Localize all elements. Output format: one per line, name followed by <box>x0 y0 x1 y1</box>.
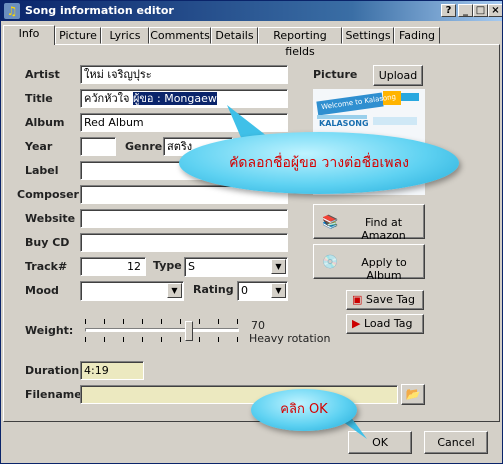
apply-album-icon: 💿 <box>322 255 339 270</box>
title-selected-text: ผู้ขอ : Mongaew <box>132 92 217 105</box>
tab-picture[interactable]: Picture <box>55 27 101 44</box>
slider-tick <box>123 337 124 342</box>
find-at-amazon-button[interactable]: 📚 Find at Amazon <box>313 204 425 242</box>
chevron-down-icon[interactable]: ▼ <box>271 283 286 298</box>
load-tag-icon: ▶ <box>352 317 361 330</box>
duration-label: Duration <box>25 364 80 377</box>
chevron-down-icon[interactable]: ▼ <box>271 259 286 274</box>
title-label: Title <box>25 92 53 105</box>
window-title: Song information editor <box>25 4 174 17</box>
duration-field: 4:19 <box>80 361 144 380</box>
buy-cd-label: Buy CD <box>25 236 70 249</box>
rating-select[interactable]: 0 ▼ <box>237 281 288 301</box>
title-bar[interactable]: ♫ Song information editor ? _ □ × <box>1 1 502 21</box>
upload-button[interactable]: Upload <box>373 65 423 86</box>
help-button[interactable]: ? <box>441 4 456 17</box>
chevron-down-icon[interactable]: ▼ <box>167 283 182 298</box>
music-note-icon: ♫ <box>4 3 20 19</box>
tab-comments[interactable]: Comments <box>149 27 211 44</box>
rating-label: Rating <box>193 283 234 296</box>
save-tag-icon: ▣ <box>352 293 363 306</box>
apply-to-album-button[interactable]: 💿 Apply to Album <box>313 244 425 282</box>
song-info-editor-window: ♫ Song information editor ? _ □ × Info P… <box>0 0 503 464</box>
type-select[interactable]: S ▼ <box>184 257 288 277</box>
copy-hint-bubble: คัดลอกชื่อผู้ขอ วางต่อชื่อเพลง <box>179 132 459 194</box>
tab-settings[interactable]: Settings <box>342 27 394 44</box>
year-field[interactable] <box>80 137 116 156</box>
buy-cd-field[interactable] <box>80 233 288 252</box>
track-label: Track# <box>25 260 68 273</box>
slider-tick <box>180 319 181 324</box>
slider-tick <box>161 319 162 324</box>
apply-to-album-label: Apply to Album <box>361 256 407 282</box>
composer-label: Composer <box>17 188 79 201</box>
mood-select[interactable]: ▼ <box>80 281 184 301</box>
ok-hint-bubble: คลิก OK <box>251 389 357 431</box>
find-at-amazon-label: Find at Amazon <box>361 216 406 242</box>
tab-details[interactable]: Details <box>211 27 258 44</box>
title-text: ควักหัวใจ <box>84 92 133 105</box>
save-tag-button[interactable]: ▣ Save Tag <box>346 290 424 310</box>
tab-fading[interactable]: Fading <box>394 27 440 44</box>
cover-text-line2: KALASONG <box>319 119 369 128</box>
slider-tick <box>180 337 181 342</box>
slider-tick <box>218 319 219 324</box>
books-icon: 📚 <box>322 215 339 230</box>
weight-value: 70 <box>251 319 265 332</box>
cancel-button[interactable]: Cancel <box>424 431 488 454</box>
picture-label: Picture <box>313 68 358 81</box>
maximize-button[interactable]: □ <box>473 4 488 17</box>
tab-lyrics[interactable]: Lyrics <box>101 27 149 44</box>
mood-label: Mood <box>25 284 59 297</box>
website-label: Website <box>25 212 76 225</box>
genre-label: Genre <box>125 140 163 153</box>
weight-slider-thumb[interactable] <box>185 321 193 341</box>
slider-tick <box>161 337 162 342</box>
year-label: Year <box>25 140 53 153</box>
website-field[interactable] <box>80 209 288 228</box>
weight-label: Weight: <box>25 324 74 337</box>
label-label: Label <box>25 164 59 177</box>
load-tag-button[interactable]: ▶ Load Tag <box>346 314 424 334</box>
slider-tick <box>199 337 200 342</box>
slider-tick <box>237 319 238 324</box>
artist-field[interactable]: ใหม่ เจริญปุระ <box>80 65 288 84</box>
slider-tick <box>142 319 143 324</box>
album-label: Album <box>25 116 65 129</box>
load-tag-label: Load Tag <box>363 317 413 330</box>
slider-tick <box>123 319 124 324</box>
artist-label: Artist <box>25 68 60 81</box>
weight-caption: Heavy rotation <box>249 332 331 345</box>
slider-tick <box>199 319 200 324</box>
weight-slider-track[interactable] <box>85 328 239 332</box>
slider-tick <box>142 337 143 342</box>
folder-open-icon[interactable]: 📂 <box>401 384 425 405</box>
tab-strip: Info Picture Lyrics Comments Details Rep… <box>3 25 500 58</box>
close-button[interactable]: × <box>488 4 502 17</box>
slider-tick <box>85 337 86 342</box>
save-tag-label: Save Tag <box>365 293 416 306</box>
slider-tick <box>104 337 105 342</box>
tab-info[interactable]: Info <box>3 25 55 45</box>
minimize-button[interactable]: _ <box>458 4 473 17</box>
track-number-field[interactable]: 12 <box>80 257 146 276</box>
slider-tick <box>104 319 105 324</box>
filename-label: Filename <box>25 388 82 401</box>
type-label: Type <box>153 259 182 272</box>
slider-tick <box>218 337 219 342</box>
slider-tick <box>237 337 238 342</box>
rating-value: 0 <box>241 284 248 297</box>
tab-reporting-fields[interactable]: Reporting fields <box>258 27 342 58</box>
slider-tick <box>85 319 86 324</box>
type-value: S <box>188 260 195 273</box>
